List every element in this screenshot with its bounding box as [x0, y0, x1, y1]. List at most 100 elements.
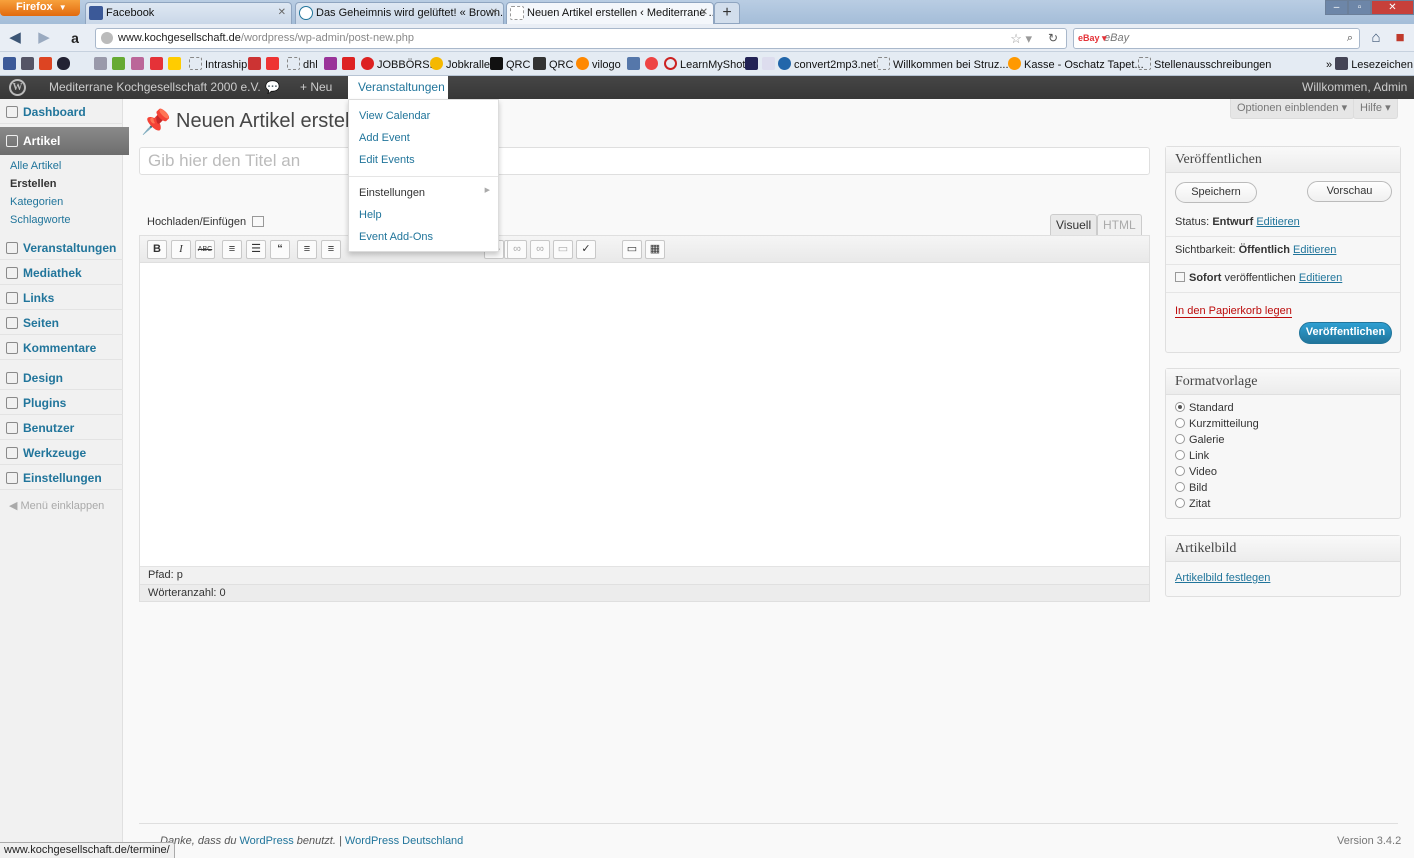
italic-button[interactable]: I: [171, 240, 191, 259]
bookmark-icon[interactable]: [21, 57, 34, 70]
site-name-link[interactable]: Mediterrane Kochgesellschaft 2000 e.V.: [49, 76, 261, 99]
sidebar-item-kommentare[interactable]: Kommentare: [0, 336, 123, 360]
radio-button[interactable]: [1175, 434, 1185, 444]
close-icon[interactable]: ✕: [278, 3, 286, 23]
upload-insert-button[interactable]: Hochladen/Einfügen: [147, 216, 265, 228]
wordpress-logo-icon[interactable]: W: [9, 79, 26, 96]
bookmark-convert2mp3[interactable]: convert2mp3.net: [778, 57, 876, 71]
maximize-button[interactable]: ▫: [1348, 0, 1371, 15]
screen-options-button[interactable]: Optionen einblenden ▾: [1230, 99, 1355, 119]
publish-button[interactable]: Veröffentlichen: [1299, 322, 1392, 344]
sidebar-item-design[interactable]: Design: [0, 366, 123, 390]
bookmark-vilogo[interactable]: vilogo: [576, 57, 621, 71]
radio-button[interactable]: [1175, 466, 1185, 476]
edit-visibility-link[interactable]: Editieren: [1293, 244, 1336, 256]
link-button[interactable]: ∞: [507, 240, 527, 259]
preview-button[interactable]: Vorschau: [1307, 181, 1392, 202]
help-button[interactable]: Hilfe ▾: [1353, 99, 1398, 119]
sidebar-item-artikel[interactable]: Artikel: [0, 127, 129, 155]
bookmark-icon[interactable]: [324, 57, 337, 70]
menu-item-einstellungen[interactable]: Einstellungen: [359, 187, 425, 199]
forward-arrow-icon[interactable]: ▶: [34, 28, 54, 48]
radio-button[interactable]: [1175, 402, 1185, 412]
sidebar-item-werkzeuge[interactable]: Werkzeuge: [0, 441, 123, 465]
bookmark-icon[interactable]: [131, 57, 144, 70]
addon-icon[interactable]: ■: [1390, 28, 1410, 48]
bookmark-willkommen[interactable]: Willkommen bei Struz...: [877, 57, 1009, 71]
facebook-icon[interactable]: [3, 57, 16, 70]
chrome-icon[interactable]: [645, 57, 658, 70]
new-content-menu[interactable]: + Neu: [300, 76, 332, 99]
bookmark-kasse[interactable]: Kasse - Oschatz Tapet...: [1008, 57, 1144, 71]
submenu-schlagworte[interactable]: Schlagworte: [10, 214, 71, 226]
bookmark-jobboerse[interactable]: JOBBÖRSE: [361, 57, 437, 71]
bookmark-icon[interactable]: [248, 57, 261, 70]
bookmark-intraship[interactable]: Intraship: [189, 57, 247, 71]
strikethrough-button[interactable]: ABC: [195, 240, 215, 259]
collapse-menu-button[interactable]: ◀ Menü einklappen: [9, 499, 104, 512]
menu-item-help[interactable]: Help: [359, 209, 382, 221]
move-to-trash-link[interactable]: In den Papierkorb legen: [1175, 305, 1292, 318]
bookmark-qrc-1[interactable]: QRC: [490, 57, 530, 71]
bookmark-icon[interactable]: [745, 57, 758, 70]
radio-button[interactable]: [1175, 450, 1185, 460]
wordpress-deutschland-link[interactable]: WordPress Deutschland: [345, 835, 463, 847]
bullet-list-button[interactable]: ≡: [222, 240, 242, 259]
bookmark-icon[interactable]: [627, 57, 640, 70]
edit-status-link[interactable]: Editieren: [1256, 216, 1299, 228]
new-tab-button[interactable]: +: [714, 2, 740, 24]
bookmark-icon[interactable]: [39, 57, 52, 70]
close-icon[interactable]: ✕: [700, 3, 708, 23]
star-icon[interactable]: ☆ ▾: [1010, 29, 1032, 48]
submenu-alle-artikel[interactable]: Alle Artikel: [10, 160, 61, 172]
close-icon[interactable]: ✕: [490, 3, 498, 23]
bookmarks-menu[interactable]: » Lesezeichen: [1326, 57, 1413, 71]
format-option-kurzmitteilung[interactable]: Kurzmitteilung: [1175, 418, 1259, 430]
set-featured-image-link[interactable]: Artikelbild festlegen: [1175, 572, 1270, 584]
format-option-video[interactable]: Video: [1175, 466, 1217, 478]
menu-item-event-add-ons[interactable]: Event Add-Ons: [359, 231, 433, 243]
bookmark-jobkralle[interactable]: Jobkralle: [430, 57, 490, 71]
menu-item-add-event[interactable]: Add Event: [359, 132, 410, 144]
edit-schedule-link[interactable]: Editieren: [1299, 272, 1342, 284]
format-option-link[interactable]: Link: [1175, 450, 1209, 462]
blockquote-button[interactable]: “: [270, 240, 290, 259]
home-icon[interactable]: ⌂: [1366, 28, 1386, 48]
submenu-kategorien[interactable]: Kategorien: [10, 196, 63, 208]
radio-button[interactable]: [1175, 418, 1185, 428]
post-title-input[interactable]: Gib hier den Titel an: [139, 147, 1150, 175]
post-editor[interactable]: B I ABC ≡ ☰ “ ≡ ≡ ▬: [139, 235, 1150, 602]
search-icon[interactable]: ⌕: [1347, 29, 1353, 48]
bookmark-icon[interactable]: [57, 57, 70, 70]
bookmark-stellenausschreibungen[interactable]: Stellenausschreibungen: [1138, 57, 1271, 71]
comment-bubble-icon[interactable]: 💬: [265, 76, 280, 99]
sidebar-item-seiten[interactable]: Seiten: [0, 311, 123, 335]
radio-button[interactable]: [1175, 498, 1185, 508]
tab-geheimnis[interactable]: Das Geheimnis wird gelüftet! « Brown... …: [295, 2, 504, 24]
sidebar-item-benutzer[interactable]: Benutzer: [0, 416, 123, 440]
wordpress-link[interactable]: WordPress: [240, 835, 294, 847]
unlink-button[interactable]: ∞: [530, 240, 550, 259]
sidebar-item-plugins[interactable]: Plugins: [0, 391, 123, 415]
bookmark-icon[interactable]: [266, 57, 279, 70]
format-option-bild[interactable]: Bild: [1175, 482, 1207, 494]
format-option-galerie[interactable]: Galerie: [1175, 434, 1224, 446]
align-left-button[interactable]: ≡: [297, 240, 317, 259]
submenu-erstellen[interactable]: Erstellen: [10, 178, 56, 190]
sidebar-item-dashboard[interactable]: Dashboard: [0, 100, 123, 124]
minimize-button[interactable]: –: [1325, 0, 1348, 15]
align-center-button[interactable]: ≡: [321, 240, 341, 259]
reload-icon[interactable]: ↻: [1048, 29, 1058, 48]
bookmark-dhl[interactable]: dhl: [287, 57, 318, 71]
spellcheck-button[interactable]: ✓: [576, 240, 596, 259]
search-input[interactable]: eBay ▾ eBay ⌕: [1073, 28, 1360, 49]
bold-button[interactable]: B: [147, 240, 167, 259]
menu-item-view-calendar[interactable]: View Calendar: [359, 110, 430, 122]
bookmark-learnmyshot[interactable]: LearnMyShot: [664, 57, 745, 71]
back-arrow-icon[interactable]: ◀: [5, 28, 25, 48]
ebay-icon[interactable]: [150, 57, 163, 70]
bookmark-icon[interactable]: [762, 57, 775, 70]
bookmark-icon[interactable]: [168, 57, 181, 70]
menu-item-edit-events[interactable]: Edit Events: [359, 154, 415, 166]
tab-visual[interactable]: Visuell: [1050, 214, 1098, 236]
